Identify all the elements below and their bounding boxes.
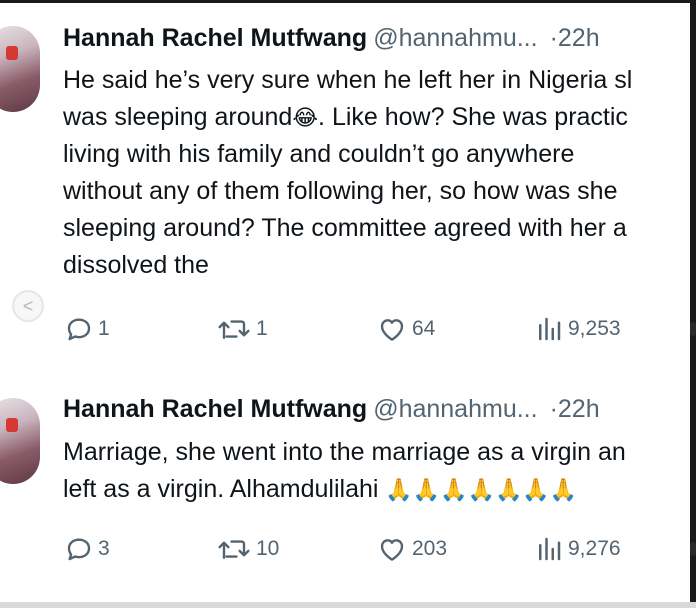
timestamp[interactable]: 22h: [558, 24, 600, 52]
tweet-line-segment: . Like how? She was practic: [318, 103, 628, 131]
tweet-line: sleeping around? The committee agreed wi…: [63, 214, 627, 242]
laughing-emoji: 😂: [292, 106, 319, 131]
avatar[interactable]: [0, 398, 40, 484]
retweet-button[interactable]: 1: [216, 311, 268, 347]
reply-icon: [67, 538, 91, 561]
heart-icon: [380, 319, 404, 341]
tweet-line: without any of them following her, so ho…: [63, 177, 618, 205]
views-button[interactable]: 9,253: [534, 311, 621, 347]
like-button[interactable]: 203: [376, 531, 447, 567]
tweet-line: living with his family and couldn’t go a…: [63, 140, 575, 168]
tweet-text: He said he’s very sure when he left her …: [63, 62, 696, 284]
retweet-icon: [218, 320, 250, 339]
retweet-button[interactable]: 10: [216, 531, 279, 567]
reply-count: 1: [98, 317, 110, 340]
avatar-detail: [6, 418, 18, 432]
author-name[interactable]: Hannah Rachel Mutfwang: [63, 395, 367, 423]
tweet-line: was sleeping around😂. Like how? She was …: [63, 99, 696, 136]
like-count: 203: [412, 537, 448, 560]
author-handle[interactable]: @hannahmu...: [373, 395, 537, 423]
share-icon[interactable]: [690, 322, 696, 336]
reply-button[interactable]: 3: [64, 531, 110, 567]
avatar[interactable]: [0, 26, 40, 112]
views-chart-icon: [539, 537, 561, 561]
tweet-line: dissolved the: [63, 251, 209, 279]
top-frame-edge: [0, 0, 696, 3]
tweet-line: He said he’s very sure when he left her …: [63, 66, 633, 94]
tweet-line: left as a virgin. Alhamdulilahi 🙏🙏🙏🙏🙏🙏🙏: [63, 471, 696, 508]
chevron-left-icon: <: [22, 295, 34, 316]
author-handle[interactable]: @hannahmu...: [373, 24, 537, 52]
separator-dot: ·: [549, 395, 558, 423]
views-button[interactable]: 9,276: [534, 531, 621, 567]
share-icon[interactable]: [690, 542, 696, 556]
avatar-detail: [6, 46, 18, 60]
tweet-actions: 3 10 203 9,276: [64, 531, 696, 567]
tweet-text: Marriage, she went into the marriage as …: [63, 434, 696, 508]
retweet-count: 10: [256, 537, 280, 560]
view-count: 9,276: [568, 537, 621, 560]
back-button[interactable]: <: [12, 290, 44, 322]
reply-count: 3: [98, 537, 110, 560]
view-count: 9,253: [568, 317, 621, 340]
tweet-line-segment: was sleeping around: [63, 103, 293, 131]
like-count: 64: [412, 317, 436, 340]
bottom-frame-edge: [0, 602, 696, 608]
like-button[interactable]: 64: [376, 311, 435, 347]
retweet-count: 1: [256, 317, 268, 340]
praying-hands-emoji: 🙏🙏🙏🙏🙏🙏🙏: [385, 478, 578, 503]
views-chart-icon: [539, 317, 561, 341]
separator-dot: ·: [549, 24, 558, 52]
retweet-icon: [218, 540, 250, 559]
tweet-header: Hannah Rachel Mutfwang @hannahmu... ·22h: [63, 24, 600, 58]
author-name[interactable]: Hannah Rachel Mutfwang: [63, 24, 367, 52]
tweet-line-segment: left as a virgin. Alhamdulilahi: [63, 475, 386, 503]
heart-icon: [380, 539, 404, 561]
reply-icon: [67, 318, 91, 341]
timestamp[interactable]: 22h: [558, 395, 600, 423]
reply-button[interactable]: 1: [64, 311, 110, 347]
tweet-header: Hannah Rachel Mutfwang @hannahmu... ·22h: [63, 395, 600, 429]
tweet-actions: 1 1 64 9,253: [64, 311, 696, 347]
tweet-line: Marriage, she went into the marriage as …: [63, 438, 626, 466]
